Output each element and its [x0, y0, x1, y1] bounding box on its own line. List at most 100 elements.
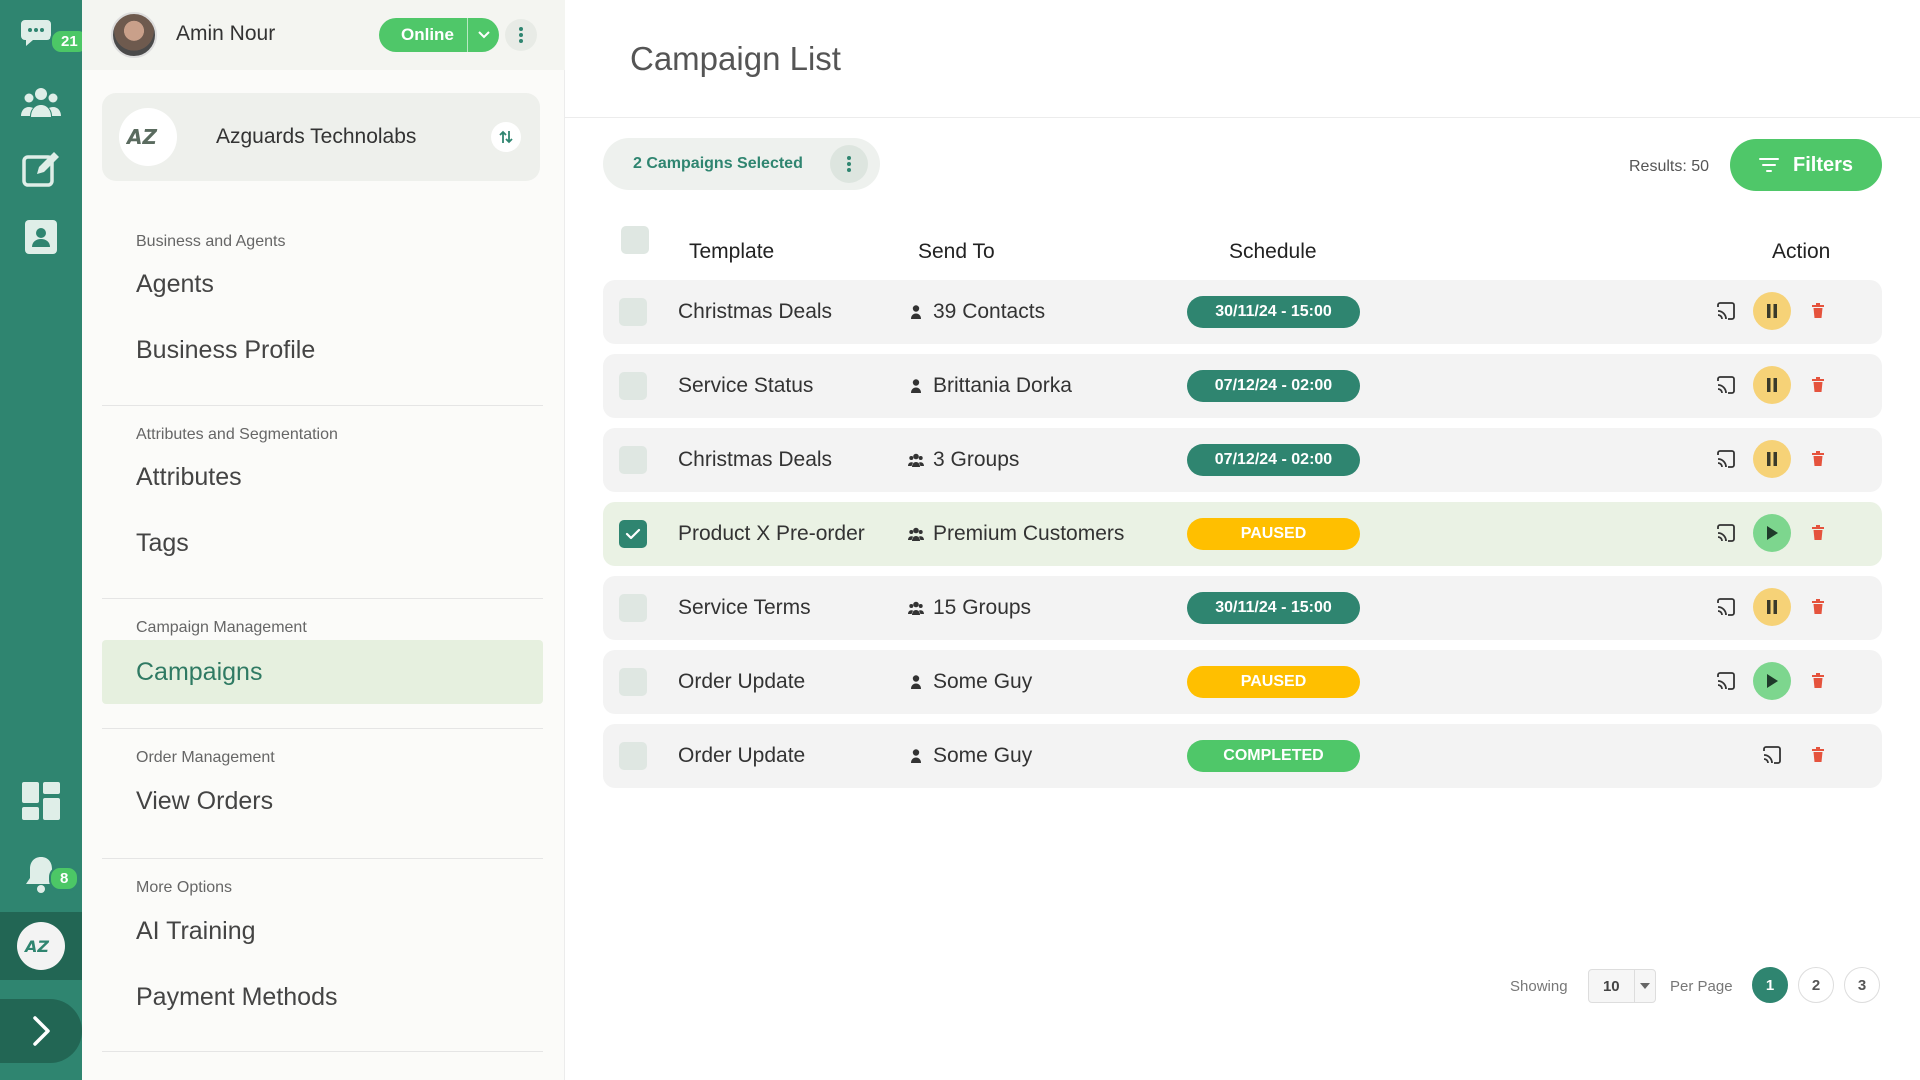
contacts-group-icon [21, 88, 61, 117]
table-row[interactable]: Christmas Deals 39 Contacts 30/11/24 - 15:… [603, 280, 1882, 344]
results-count: Results: 50 [1629, 158, 1710, 175]
status-dropdown[interactable] [467, 18, 499, 52]
table-row[interactable]: Order Update Some Guy PAUSED [603, 650, 1882, 714]
row-checkbox[interactable] [619, 520, 647, 548]
compose-nav[interactable] [0, 140, 82, 200]
send-to: 15 Groups [908, 596, 1031, 620]
user-menu-button[interactable] [505, 19, 537, 51]
svg-text:AZ: AZ [126, 126, 157, 148]
column-header-schedule: Schedule [1229, 240, 1317, 263]
pause-button[interactable] [1753, 292, 1791, 330]
resume-button[interactable] [1753, 662, 1791, 700]
avatar[interactable] [111, 12, 157, 58]
sidebar-item-view-orders[interactable]: View Orders [102, 769, 543, 833]
sidebar-item-campaigns[interactable]: Campaigns [102, 640, 543, 704]
page-button-3[interactable]: 3 [1844, 967, 1880, 1003]
play-icon [1767, 526, 1778, 540]
business-switch-nav[interactable]: AZ [0, 912, 82, 980]
per-page-select[interactable]: 10 [1588, 969, 1656, 1003]
page-button-2[interactable]: 2 [1798, 967, 1834, 1003]
edit-icon [22, 152, 59, 187]
cast-icon [1717, 450, 1735, 468]
page-button-1[interactable]: 1 [1752, 967, 1788, 1003]
preview-button[interactable] [1707, 292, 1745, 330]
business-logo: AZ [119, 108, 177, 166]
delete-button[interactable] [1799, 366, 1837, 404]
sidebar-item-business-profile[interactable]: Business Profile [102, 318, 543, 382]
contacts-nav[interactable] [0, 73, 82, 133]
resume-button[interactable] [1753, 514, 1791, 552]
send-to: Premium Customers [908, 522, 1124, 546]
table-row[interactable]: Christmas Deals 3 Groups 07/12/24 - 02:00 [603, 428, 1882, 492]
dashboard-nav[interactable] [0, 771, 82, 831]
table-row[interactable]: Order Update Some Guy COMPLETED [603, 724, 1882, 788]
switch-business-button[interactable] [491, 122, 521, 152]
delete-button[interactable] [1799, 514, 1837, 552]
row-checkbox[interactable] [619, 742, 647, 770]
row-checkbox[interactable] [619, 594, 647, 622]
send-to-label: 3 Groups [933, 448, 1020, 471]
contact-book-nav[interactable] [0, 207, 82, 267]
contact-card-icon [25, 220, 57, 254]
row-checkbox[interactable] [619, 446, 647, 474]
template-name: Christmas Deals [678, 448, 833, 471]
per-page-dropdown[interactable] [1633, 970, 1655, 1002]
page-title: Campaign List [630, 40, 841, 77]
delete-button[interactable] [1799, 588, 1837, 626]
check-icon [625, 528, 641, 540]
preview-button[interactable] [1707, 366, 1745, 404]
settings-sidebar: Amin Nour Online AZ Azguards Technolabs … [82, 0, 565, 1080]
preview-button[interactable] [1707, 440, 1745, 478]
table-row[interactable]: Service Terms 15 Groups 30/11/24 - 15:00 [603, 576, 1882, 640]
table-row[interactable]: Product X Pre-order Premium Customers PAUS… [603, 502, 1882, 566]
bulk-actions-button[interactable] [830, 145, 868, 183]
delete-button[interactable] [1799, 292, 1837, 330]
preview-button[interactable] [1707, 514, 1745, 552]
send-to-label: 15 Groups [933, 596, 1032, 619]
preview-button[interactable] [1707, 588, 1745, 626]
pause-button[interactable] [1753, 588, 1791, 626]
business-card[interactable]: AZ Azguards Technolabs [102, 93, 540, 181]
schedule-badge: PAUSED [1187, 518, 1360, 550]
row-checkbox[interactable] [619, 372, 647, 400]
section-title-order-management: Order Management [136, 749, 275, 766]
table-row[interactable]: Service Status Brittania Dorka 07/12/24 - … [603, 354, 1882, 418]
section-title-more-options: More Options [136, 879, 233, 896]
row-checkbox[interactable] [619, 298, 647, 326]
delete-button[interactable] [1799, 662, 1837, 700]
divider [102, 858, 543, 859]
trash-icon [1812, 303, 1824, 318]
template-name: Service Terms [678, 596, 811, 619]
preview-button[interactable] [1753, 736, 1791, 774]
send-to: Some Guy [908, 744, 1032, 768]
row-checkbox[interactable] [619, 668, 647, 696]
status-toggle[interactable]: Online [379, 18, 499, 52]
cast-icon [1717, 376, 1735, 394]
column-header-send-to: Send To [918, 240, 995, 263]
sidebar-item-attributes[interactable]: Attributes [102, 445, 543, 509]
user-bar: Amin Nour Online [82, 0, 565, 70]
cast-icon [1717, 672, 1735, 690]
sidebar-item-payment-methods[interactable]: Payment Methods [102, 965, 543, 1029]
person-icon [911, 379, 921, 393]
pause-button[interactable] [1753, 366, 1791, 404]
sidebar-item-agents[interactable]: Agents [102, 252, 543, 316]
filters-button[interactable]: Filters [1730, 139, 1882, 191]
send-to: 3 Groups [908, 448, 1019, 472]
template-name: Order Update [678, 670, 806, 693]
group-icon [908, 527, 924, 541]
selected-count-label: 2 Campaigns Selected [633, 155, 803, 172]
select-all-checkbox[interactable] [621, 226, 649, 254]
delete-button[interactable] [1799, 736, 1837, 774]
sidebar-item-tags[interactable]: Tags [102, 511, 543, 575]
pause-icon [1767, 452, 1777, 466]
pause-button[interactable] [1753, 440, 1791, 478]
preview-button[interactable] [1707, 662, 1745, 700]
sidebar-item-ai-training[interactable]: AI Training [102, 899, 543, 963]
expand-sidebar-button[interactable] [0, 982, 82, 1080]
per-page-value: 10 [1602, 977, 1620, 995]
send-to: Brittania Dorka [908, 374, 1072, 398]
business-logo-icon: AZ [126, 126, 157, 148]
column-header-template: Template [689, 240, 775, 263]
delete-button[interactable] [1799, 440, 1837, 478]
